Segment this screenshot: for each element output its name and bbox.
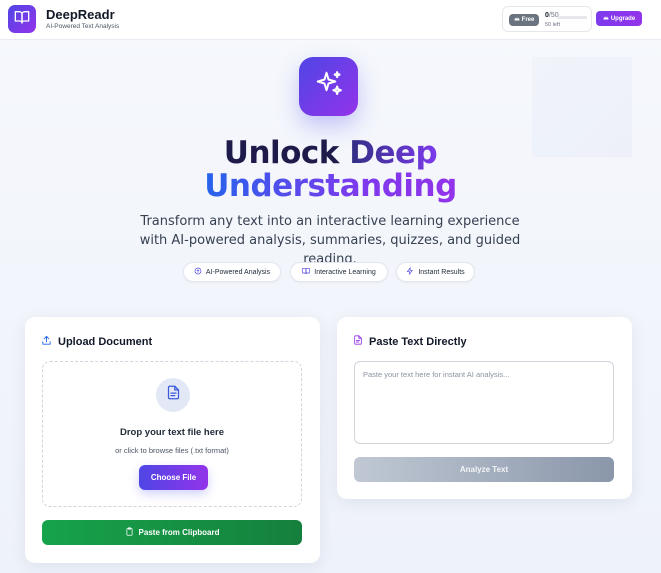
logo[interactable] bbox=[8, 5, 36, 33]
dropzone-title: Drop your text file here bbox=[120, 427, 224, 438]
upload-title-text: Upload Document bbox=[58, 336, 153, 348]
sparkles-icon bbox=[314, 69, 344, 104]
paste-title-text: Paste Text Directly bbox=[369, 335, 467, 348]
crown-icon bbox=[603, 15, 609, 23]
upgrade-label: Upgrade bbox=[610, 15, 636, 22]
upgrade-button[interactable]: Upgrade bbox=[596, 11, 642, 26]
analyze-text-button[interactable]: Analyze Text bbox=[354, 457, 614, 482]
usage-panel: Free 0/50 50 left bbox=[502, 6, 592, 32]
feature-pills: AI-Powered Analysis Interactive Learning… bbox=[0, 262, 661, 282]
hero-title-word1: Unlock bbox=[223, 135, 340, 171]
feature-pill-learning: Interactive Learning bbox=[290, 262, 388, 282]
crown-icon bbox=[514, 16, 520, 24]
document-icon bbox=[166, 385, 181, 405]
hero-title-highlight: Understanding bbox=[204, 168, 457, 204]
feature-label: Instant Results bbox=[418, 268, 465, 276]
usage-remaining: 50 left bbox=[545, 22, 560, 28]
document-icon-circle bbox=[156, 378, 190, 412]
paste-card-title: Paste Text Directly bbox=[353, 335, 467, 348]
lightning-icon bbox=[406, 267, 414, 277]
hero-icon-tile bbox=[299, 57, 358, 116]
paste-clipboard-button[interactable]: Paste from Clipboard bbox=[42, 520, 302, 545]
brand-name: DeepReadr bbox=[46, 7, 115, 22]
book-open-icon bbox=[14, 9, 30, 30]
paste-text-input[interactable] bbox=[354, 361, 614, 444]
dropzone-subtitle: or click to browse files (.txt format) bbox=[115, 446, 229, 455]
clipboard-icon bbox=[125, 527, 134, 538]
choose-file-button[interactable]: Choose File bbox=[139, 465, 208, 490]
document-text-icon bbox=[353, 335, 363, 348]
upload-card-title: Upload Document bbox=[41, 335, 152, 349]
book-open-icon bbox=[302, 267, 310, 277]
feature-pill-results: Instant Results bbox=[396, 262, 475, 282]
paste-clipboard-label: Paste from Clipboard bbox=[138, 528, 220, 537]
plan-label: Free bbox=[521, 17, 535, 23]
feature-label: Interactive Learning bbox=[314, 268, 376, 276]
upload-card: Upload Document Drop your text file here… bbox=[25, 317, 320, 563]
paste-card: Paste Text Directly Analyze Text bbox=[337, 317, 632, 499]
hero-title-word2: Deep bbox=[349, 135, 438, 171]
feature-label: AI-Powered Analysis bbox=[205, 268, 271, 276]
plan-badge: Free bbox=[509, 14, 539, 26]
hero-title-line2: Understanding bbox=[0, 167, 661, 205]
brain-icon bbox=[194, 267, 202, 277]
brand-subtitle: AI-Powered Text Analysis bbox=[46, 23, 120, 30]
usage-progress-bar bbox=[557, 16, 587, 19]
upload-icon bbox=[41, 335, 52, 349]
feature-pill-analysis: AI-Powered Analysis bbox=[183, 262, 281, 282]
hero-description: Transform any text into an interactive l… bbox=[139, 214, 521, 267]
file-dropzone[interactable]: Drop your text file here or click to bro… bbox=[42, 361, 302, 507]
app-header: DeepReadr AI-Powered Text Analysis Free … bbox=[0, 0, 661, 40]
